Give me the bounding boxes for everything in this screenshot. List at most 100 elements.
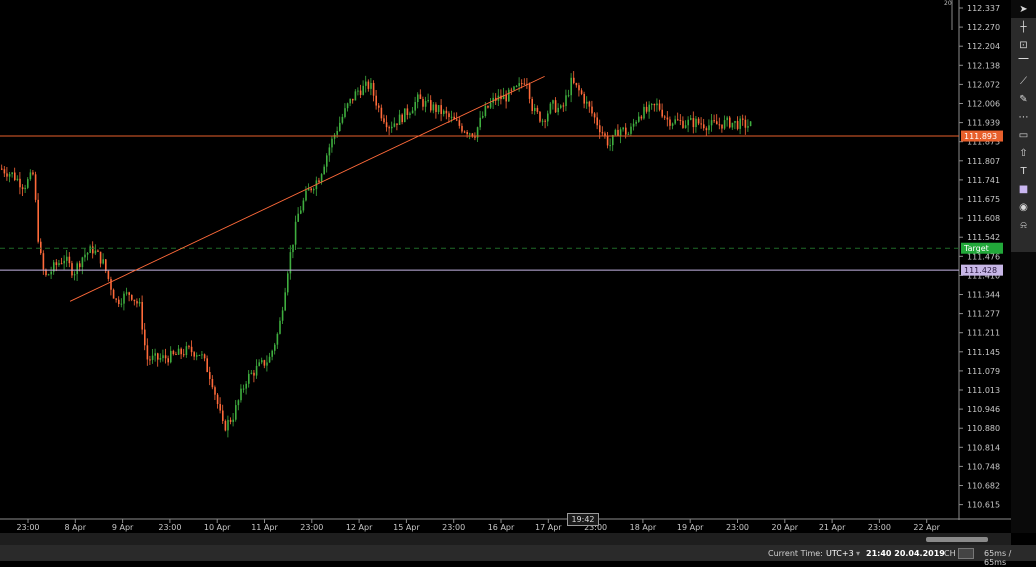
candle-body — [721, 124, 723, 129]
vertical-scroll-area[interactable] — [1011, 252, 1036, 533]
crosshair-icon[interactable]: ┼ — [1011, 18, 1036, 36]
candle-body — [609, 145, 611, 147]
y-tick-label: 111.675 — [967, 195, 1000, 204]
candle-body — [201, 354, 203, 356]
candle-body — [294, 221, 297, 245]
horizontal-line-icon[interactable]: ⎺ — [1011, 54, 1036, 72]
candle-body — [648, 104, 650, 112]
candle-body — [73, 274, 76, 276]
text-icon[interactable]: T — [1011, 162, 1036, 180]
color-swatch-icon[interactable]: ■ — [1011, 180, 1036, 198]
candle-body — [177, 348, 180, 355]
candle-body — [42, 253, 45, 270]
x-tick-label: 22 Apr — [913, 523, 940, 532]
candle-body — [219, 404, 221, 411]
price-chart[interactable]: 112.337 112.270 112.204 112.138 112.072 112.0… — [0, 0, 1036, 561]
candle-body — [557, 107, 559, 113]
cursor-icon[interactable]: ➤ — [1011, 0, 1036, 18]
candle-body — [664, 116, 666, 118]
candle-body — [66, 256, 68, 261]
candle-body — [297, 213, 299, 222]
candle-body — [393, 123, 396, 127]
candle-body — [310, 188, 312, 191]
candle-body — [367, 81, 370, 89]
candle-body — [131, 294, 133, 300]
candle-body — [570, 77, 572, 96]
draw-tools-icon[interactable]: ⟋ — [1011, 72, 1036, 90]
candle-body — [510, 89, 513, 91]
candle-body — [406, 108, 409, 115]
candle-body — [469, 133, 471, 135]
candle-body — [21, 187, 24, 190]
horizontal-scrollbar[interactable] — [0, 533, 1011, 545]
y-tick-label: 111.608 — [967, 214, 1000, 223]
x-tick-label: 16 Apr — [488, 523, 515, 532]
candle-body — [14, 172, 16, 180]
candle-body — [365, 81, 367, 86]
shapes-icon[interactable]: ⇧ — [1011, 144, 1036, 162]
candle-body — [723, 120, 726, 129]
candle-body — [1, 168, 3, 170]
timezone-selector[interactable]: UTC+3 — [826, 549, 854, 558]
candle-body — [55, 262, 58, 266]
candle-body — [6, 173, 8, 177]
y-tick-label: 111.079 — [967, 367, 1000, 376]
candle-body — [661, 109, 663, 117]
candle-body — [266, 362, 268, 366]
candle-body — [669, 119, 671, 126]
y-tick-label: 111.741 — [967, 176, 1000, 185]
candle-body — [170, 350, 172, 363]
candle-body — [567, 95, 570, 97]
candle-body — [736, 121, 739, 129]
candle-body — [398, 114, 401, 125]
x-tick-label: 20 Apr — [772, 523, 799, 532]
x-tick-label: 23:00 — [868, 523, 891, 532]
timezone-chevron-icon[interactable]: ▾ — [856, 549, 860, 558]
candle-body — [354, 91, 357, 101]
y-tick-label: 110.682 — [967, 482, 1000, 491]
candle-body — [378, 105, 380, 108]
x-tick-label: 9 Apr — [112, 523, 134, 532]
comment-icon[interactable]: ▭ — [1011, 126, 1036, 144]
candle-body — [8, 174, 11, 177]
candle-body — [344, 108, 346, 117]
candle-body — [162, 355, 164, 359]
fibonacci-icon[interactable]: ⋯ — [1011, 108, 1036, 126]
pencil-icon[interactable]: ✎ — [1011, 90, 1036, 108]
y-tick-label: 112.204 — [967, 42, 1000, 51]
candle-body — [47, 274, 50, 276]
candle-body — [404, 108, 406, 123]
candle-body — [263, 360, 266, 366]
candle-body — [245, 383, 247, 389]
candle-body — [86, 252, 89, 255]
candle-body — [482, 115, 484, 118]
mode-label[interactable]: CH — [944, 549, 956, 558]
screenshot-icon[interactable]: ◉ — [1011, 198, 1036, 216]
candle-body — [622, 127, 624, 130]
candle-body — [222, 410, 224, 421]
candle-body — [729, 117, 731, 128]
alert-icon[interactable]: ⍾ — [1011, 216, 1036, 234]
x-tick-label: 23:00 — [16, 523, 39, 532]
candle-body — [71, 263, 73, 276]
candle-body — [362, 85, 364, 95]
candle-body — [591, 106, 593, 114]
x-tick-label: 21 Apr — [819, 523, 846, 532]
zoom-icon[interactable]: ⊡ — [1011, 36, 1036, 54]
candle-body — [190, 346, 193, 353]
target-tag: Target — [963, 244, 989, 253]
candle-body — [411, 110, 414, 114]
candle-body — [424, 101, 427, 107]
candle-body — [474, 136, 476, 138]
candle-body — [575, 82, 578, 86]
x-tick-label: 23:00 — [300, 523, 323, 532]
scrollbar-thumb[interactable] — [926, 537, 988, 542]
candle-body — [586, 101, 588, 104]
candle-body — [684, 125, 687, 128]
candle-body — [432, 104, 435, 111]
mode-toggle[interactable] — [958, 548, 974, 559]
candle-body — [651, 103, 653, 105]
candle-body — [341, 116, 344, 123]
candle-body — [250, 372, 253, 374]
candle-body — [240, 388, 242, 401]
